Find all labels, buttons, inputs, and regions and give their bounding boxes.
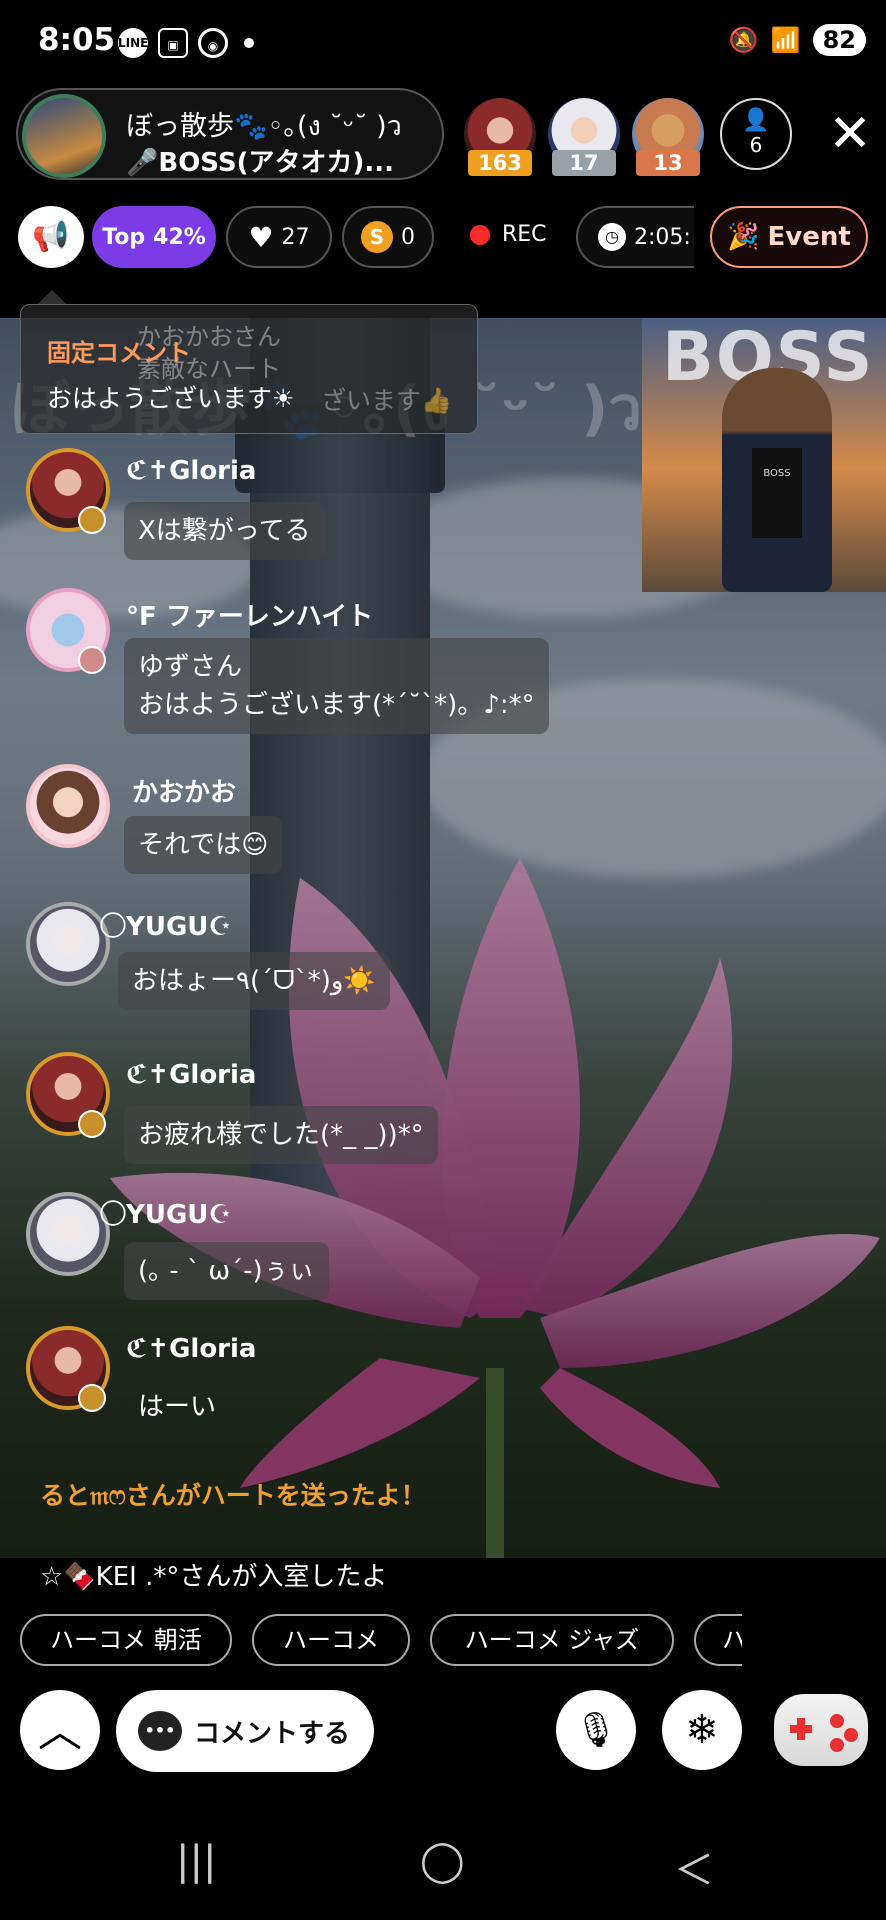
heart-count: 27: [281, 224, 310, 250]
home-button[interactable]: ◯: [420, 1838, 465, 1884]
chat-text: それでは😊: [124, 816, 283, 874]
host-name: ぼっ散歩🐾◦｡(ง ˘ᵕ˘ )ว: [126, 111, 402, 142]
chat-text: おはょー٩(´ᗜ`*)و☀️: [118, 952, 390, 1010]
ranking-label: Top: [102, 224, 146, 250]
chat-bubble-icon: •••: [138, 1711, 182, 1751]
chat-text: (｡ - ` ω´-)ぅぃ: [124, 1242, 329, 1300]
host-profile-pill[interactable]: ぼっ散歩🐾◦｡(ง ˘ᵕ˘ )ว 🎤BOSS(アタオカ)...: [16, 88, 444, 180]
microphone-button[interactable]: 🎙: [556, 1690, 636, 1770]
back-button[interactable]: ＜: [674, 1838, 714, 1896]
thumbnail-shirt-text: BOSS: [752, 448, 802, 538]
game-button[interactable]: [774, 1694, 868, 1766]
timer-chip[interactable]: ◷ 2:05:: [576, 206, 694, 268]
host-video-thumbnail[interactable]: BOSS BOSS: [642, 318, 886, 592]
chat-username: ℭ✝Gloria: [126, 456, 257, 486]
chat-text: Xは繋がってる: [124, 502, 325, 560]
chrome-icon: ◉: [198, 28, 228, 58]
mute-icon: 🔕: [728, 26, 759, 54]
controller-button-dot: [830, 1714, 844, 1728]
effects-button[interactable]: ❄: [662, 1690, 742, 1770]
quick-reply-chip[interactable]: ハーコメ 朝活: [20, 1614, 232, 1666]
fan-badge-icon: [78, 506, 106, 534]
announcement-button[interactable]: 📢: [18, 206, 84, 268]
chevron-up-icon: ︿: [38, 1706, 82, 1757]
quick-reply-chip[interactable]: ハ: [694, 1614, 742, 1666]
event-label: Event: [767, 222, 851, 252]
quick-reply-chip[interactable]: ハーコメ: [252, 1614, 410, 1666]
recording-indicator: REC: [470, 222, 547, 247]
top-fan-count: 13: [636, 150, 700, 176]
chat-username: ℭ✝Gloria: [126, 1334, 257, 1364]
ranking-percent: 42%: [153, 224, 206, 250]
close-icon: ✕: [828, 104, 872, 164]
coin-icon: S: [361, 221, 393, 253]
wifi-icon: 📶: [770, 26, 801, 54]
pinned-ghost-text: ざいます👍: [321, 386, 453, 415]
fan-badge-icon: [78, 646, 106, 674]
snowflake-icon: ❄: [685, 1707, 719, 1753]
viewer-count: 6: [749, 133, 763, 157]
fan-badge-icon: [78, 1110, 106, 1138]
pinned-comment[interactable]: かおかおさん 素敵なハート 固定コメント おはようございます☀ ざいます👍: [20, 304, 478, 434]
heart-count-chip[interactable]: ♥ 27: [226, 206, 332, 268]
pinned-comment-title: 固定コメント: [47, 339, 191, 367]
ranking-chip[interactable]: Top 42%: [92, 206, 216, 268]
comment-button[interactable]: ••• コメントする: [116, 1690, 374, 1772]
coin-count-chip[interactable]: S 0: [342, 206, 434, 268]
chat-username: ℭ✝Gloria: [126, 1060, 257, 1090]
comment-button-label: コメントする: [194, 1718, 351, 1749]
line-app-icon: LINE: [118, 28, 148, 58]
microphone-icon: 🎙: [574, 1710, 618, 1750]
viewer-count-button[interactable]: 👤 6: [720, 98, 792, 170]
chat-avatar[interactable]: [26, 764, 110, 848]
user-joined-notice: ☆🍫KEI .*°さんが入室したよ: [40, 1562, 388, 1592]
top-fan-1[interactable]: 163: [464, 98, 536, 176]
host-avatar[interactable]: [22, 94, 106, 178]
quick-reply-chip[interactable]: ハーコメ ジャズ: [430, 1614, 674, 1666]
chat-username: ⃝YUGU☪: [126, 1200, 232, 1230]
chat-avatar[interactable]: [26, 902, 110, 986]
pinned-comment-text: おはようございます☀: [47, 384, 295, 413]
chat-username: °F ファーレンハイト: [126, 602, 374, 632]
system-nav-bar: ||| ◯ ＜: [0, 1810, 886, 1920]
controller-button-dot: [830, 1738, 844, 1752]
host-subtitle: 🎤BOSS(アタオカ)...: [126, 148, 394, 178]
controller-button-dot: [844, 1728, 858, 1742]
top-fan-2[interactable]: 17: [548, 98, 620, 176]
rec-label: REC: [502, 222, 547, 247]
status-time: 8:05: [38, 22, 116, 58]
top-fan-count: 17: [552, 150, 616, 176]
megaphone-icon: 📢: [32, 219, 70, 254]
pinned-pointer: [38, 290, 66, 304]
party-popper-icon: 🎉: [727, 222, 760, 252]
heart-icon: ♥: [248, 220, 274, 254]
chat-username: かおかお: [132, 778, 237, 808]
battery-level: 82: [812, 24, 866, 56]
screenshot-icon: ▣: [158, 28, 188, 58]
record-dot-icon: [470, 224, 490, 245]
fan-badge-icon: [78, 1384, 106, 1412]
top-fan-count: 163: [468, 150, 532, 176]
coin-count: 0: [401, 224, 415, 250]
close-button[interactable]: ✕: [826, 104, 874, 164]
recent-apps-button[interactable]: |||: [176, 1838, 216, 1884]
heart-sent-notice: ると𝔪ෆさんがハートを送ったよ！: [40, 1481, 426, 1510]
game-controller-icon: [790, 1718, 812, 1740]
person-icon: 👤: [742, 108, 770, 133]
chat-avatar[interactable]: [26, 1192, 110, 1276]
chat-text: お疲れ様でした(*_ _))*°: [124, 1106, 438, 1164]
chat-text: ゆずさん おはようございます(*´˘`*)。♪:*°: [124, 638, 549, 734]
expand-button[interactable]: ︿: [20, 1690, 100, 1770]
notification-dot-icon: [244, 38, 254, 48]
chat-username: ⃝YUGU☪: [126, 912, 232, 942]
chat-text: はーい: [138, 1392, 217, 1422]
status-bar: 8:05 LINE ▣ ◉ 🔕 📶 82: [0, 0, 886, 84]
top-fan-3[interactable]: 13: [632, 98, 704, 176]
timer-value: 2:05:: [634, 224, 691, 250]
clock-icon: ◷: [598, 223, 626, 251]
event-button[interactable]: 🎉 Event: [710, 206, 868, 268]
